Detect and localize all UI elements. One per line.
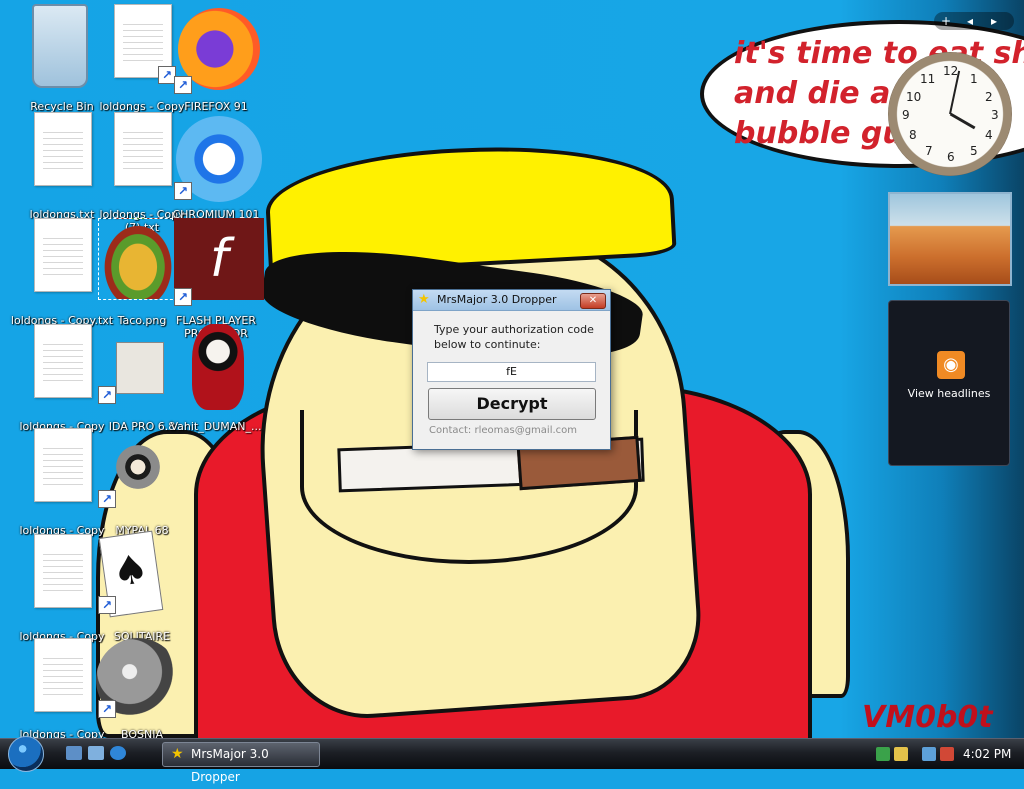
shortcut-arrow-icon: ↗	[98, 596, 116, 614]
text-file-icon	[114, 112, 172, 186]
shortcut-arrow-icon: ↗	[174, 76, 192, 94]
clock-gadget[interactable]: 12 1 2 3 4 5 6 7 8 9 10 11	[888, 52, 1012, 176]
dialog-title-bar[interactable]: ★ MrsMajor 3.0 Dropper ✕	[413, 290, 610, 311]
desktop-icon-loldongs-copy-2[interactable]: loldongs - Copy	[18, 324, 105, 433]
desktop-icon-flash-player[interactable]: f ↗ FLASH PLAYER PROJECTOR	[172, 218, 264, 340]
clock-number: 9	[902, 108, 910, 122]
shortcut-arrow-icon: ↗	[98, 386, 116, 404]
close-button[interactable]: ✕	[580, 293, 606, 309]
start-button[interactable]	[8, 736, 44, 772]
text-file-icon	[34, 324, 92, 398]
desktop-icon-chromium[interactable]: ↗ CHROMIUM 101	[172, 112, 262, 221]
rss-feed-icon: ◉	[937, 351, 965, 379]
text-file-icon	[34, 534, 92, 608]
internet-explorer-icon[interactable]	[110, 746, 126, 760]
system-tray: 4:02 PM	[868, 739, 1024, 769]
decrypt-button[interactable]: Decrypt	[428, 388, 596, 420]
clock-time[interactable]: 4:02 PM	[963, 739, 1011, 769]
shortcut-arrow-icon: ↗	[174, 182, 192, 200]
taskbar-button-label: MrsMajor 3.0 Dropper	[191, 747, 269, 784]
desktop-icon-loldongs-txt[interactable]: loldongs.txt	[18, 112, 104, 221]
feed-headlines-gadget[interactable]: ◉ View headlines	[888, 300, 1010, 466]
desktop-icon-vahit-duman[interactable]: Vahit_DUMAN_...	[170, 324, 262, 433]
ida-pro-icon	[116, 342, 164, 394]
desktop-icon-label: BOSNIA	[121, 728, 163, 738]
clock-number: 8	[909, 128, 917, 142]
star-app-icon: ★	[418, 292, 430, 307]
desktop: it's time to eat shi and die and bubble …	[0, 0, 1024, 738]
desktop-icon-bosnia[interactable]: ↗ BOSNIA	[96, 638, 184, 738]
previous-gadgets-button[interactable]: ◂	[958, 12, 982, 30]
desktop-icon-mypal[interactable]: ↗ MYPAL 68	[98, 428, 184, 537]
network-status-icon[interactable]	[922, 747, 936, 761]
clock-number: 11	[920, 72, 936, 86]
clock-number: 3	[991, 108, 999, 122]
desktop-icon-solitaire[interactable]: ♠ ↗ SOLITAIRE	[98, 530, 184, 643]
taskbar-button-mrsmajor[interactable]: ★ MrsMajor 3.0 Dropper	[162, 742, 320, 784]
desktop-icon-firefox[interactable]: ↗ FIREFOX 91	[172, 4, 260, 113]
clock-number: 4	[985, 128, 993, 142]
desktop-icon-recycle-bin[interactable]: Recycle Bin	[18, 4, 104, 113]
sidebar-gadget-toolbar: + ◂ ▸	[934, 12, 1014, 30]
desktop-icon-loldongs-copy-4[interactable]: loldongs - Copy	[18, 534, 105, 643]
shortcut-arrow-icon: ↗	[98, 490, 116, 508]
text-file-icon	[34, 112, 92, 186]
add-gadget-button[interactable]: +	[934, 12, 958, 30]
contact-label: Contact: rleomas@gmail.com	[429, 425, 578, 436]
mypal-raccoon-icon	[112, 442, 164, 492]
shortcut-arrow-icon: ↗	[98, 700, 116, 718]
taskbar: ★ MrsMajor 3.0 Dropper 4:02 PM	[0, 736, 1024, 784]
recycle-bin-icon	[32, 4, 88, 88]
network-icon[interactable]	[876, 747, 890, 761]
clock-number: 5	[970, 144, 978, 158]
desktop-icon-loldongs-copy-txt[interactable]: loldongs - Copy.txt	[11, 218, 113, 327]
shortcut-arrow-icon: ↗	[174, 288, 192, 306]
desktop-icon-loldongs-copy-5[interactable]: loldongs - Copy	[18, 638, 105, 738]
volume-muted-icon[interactable]	[940, 747, 954, 761]
view-headlines-label: View headlines	[907, 387, 991, 400]
wallpaper-watermark: VM0b0t	[862, 700, 993, 735]
security-shield-icon[interactable]	[894, 747, 908, 761]
dialog-title: MrsMajor 3.0 Dropper	[437, 293, 557, 306]
clock-number: 2	[985, 90, 993, 104]
taco-image-icon	[98, 218, 178, 300]
clock-hour-hand	[949, 112, 976, 130]
clock-number: 6	[947, 150, 955, 164]
text-file-icon	[34, 638, 92, 712]
clock-number: 1	[970, 72, 978, 86]
authorization-code-input[interactable]: fE	[427, 362, 596, 382]
matryoshka-doll-icon	[192, 324, 244, 410]
switch-windows-icon[interactable]	[88, 746, 104, 760]
show-desktop-icon[interactable]	[66, 746, 82, 760]
authorization-prompt: Type your authorization code below to co…	[434, 323, 594, 351]
mrsmajor-dropper-dialog: ★ MrsMajor 3.0 Dropper ✕ Type your autho…	[412, 289, 611, 450]
star-app-icon: ★	[171, 746, 184, 762]
text-file-icon	[34, 428, 92, 502]
next-gadgets-button[interactable]: ▸	[982, 12, 1006, 30]
clock-number: 7	[925, 144, 933, 158]
slideshow-gadget[interactable]	[888, 192, 1012, 286]
text-file-icon	[34, 218, 92, 292]
desktop-icon-loldongs-copy-3[interactable]: loldongs - Copy	[18, 428, 105, 537]
clock-number: 10	[906, 90, 922, 104]
